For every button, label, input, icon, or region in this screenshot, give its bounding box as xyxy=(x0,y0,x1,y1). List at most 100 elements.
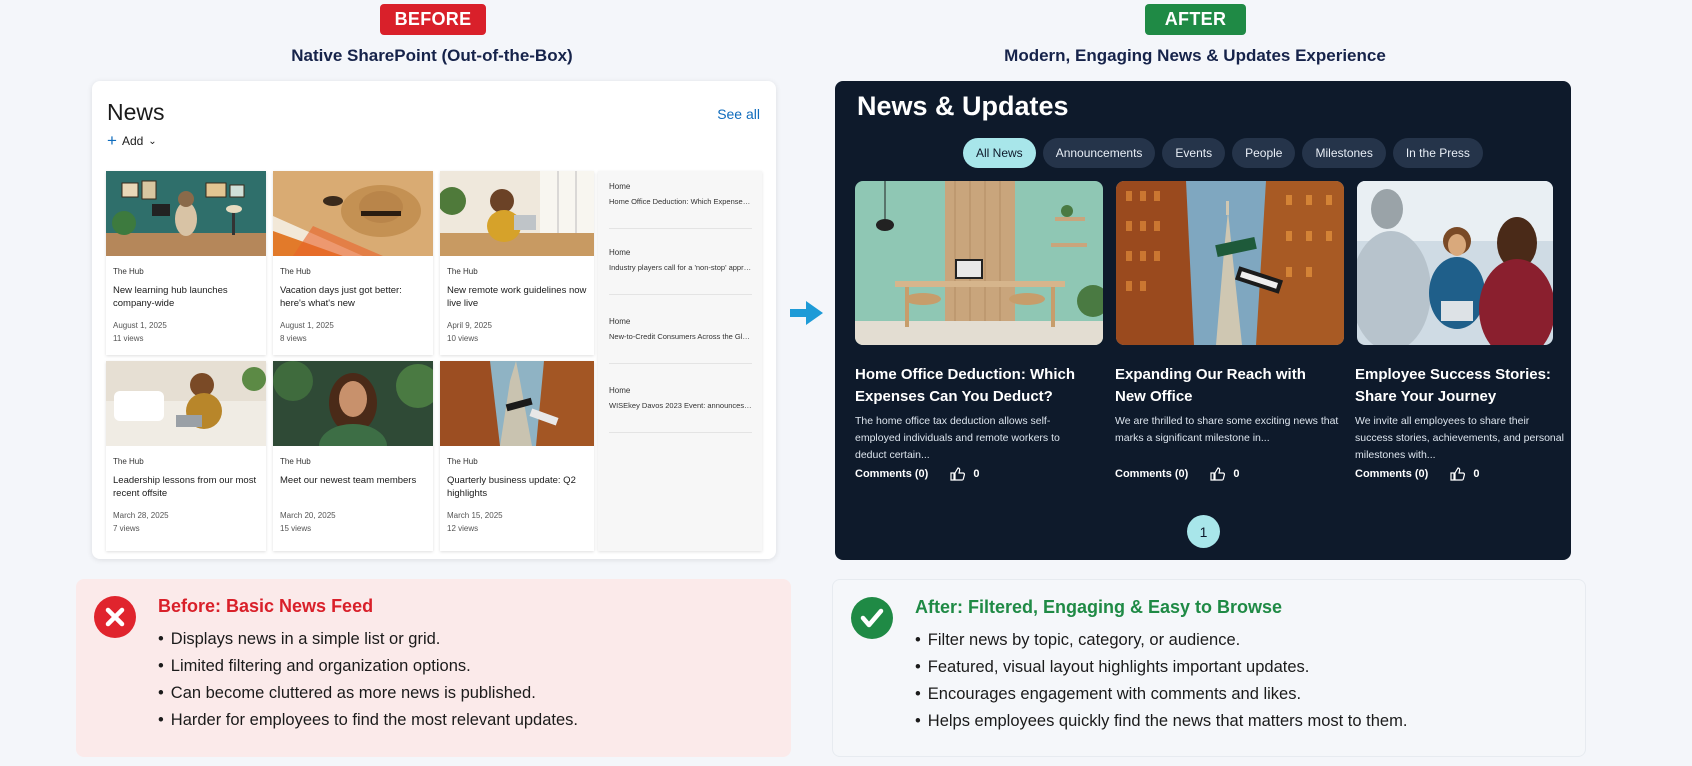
tile-views: 15 views xyxy=(280,524,312,533)
news-thumbnail xyxy=(106,171,266,256)
like-count: 0 xyxy=(1473,468,1480,480)
chevron-down-icon: ⌄ xyxy=(148,135,157,147)
list-item: Can become cluttered as more news is pub… xyxy=(158,680,578,707)
tile-date: April 9, 2025 xyxy=(447,321,492,330)
thumbs-up-icon xyxy=(950,467,966,481)
add-news-button[interactable]: + Add ⌄ xyxy=(107,132,157,149)
news-thumbnail xyxy=(273,171,433,256)
list-item[interactable]: Home New-to-Credit Consumers Across the … xyxy=(609,306,752,364)
after-points-list: Filter news by topic, category, or audie… xyxy=(915,627,1408,735)
tile-site: The Hub xyxy=(113,457,144,466)
tile-title[interactable]: Leadership lessons from our most recent … xyxy=(113,474,260,500)
filter-tabs: All News Announcements Events People Mil… xyxy=(963,138,1483,168)
news-thumbnail xyxy=(106,361,266,446)
news-updates-title: News & Updates xyxy=(857,91,1069,121)
tile-site: The Hub xyxy=(280,457,311,466)
like-count: 0 xyxy=(1233,468,1240,480)
see-all-link[interactable]: See all xyxy=(717,106,760,122)
list-item[interactable]: Home WISEkey Davos 2023 Event: announces… xyxy=(609,375,752,433)
comments-link[interactable]: Comments (0) xyxy=(1115,468,1188,480)
tile-views: 12 views xyxy=(447,524,479,533)
list-item: Limited filtering and organization optio… xyxy=(158,653,578,680)
card-meta: Comments (0) 0 xyxy=(1355,467,1479,481)
list-item: Featured, visual layout highlights impor… xyxy=(915,654,1407,681)
news-card-image[interactable] xyxy=(1116,181,1344,345)
before-badge: BEFORE xyxy=(380,4,486,35)
tile-views: 8 views xyxy=(280,334,307,343)
list-item-title[interactable]: New-to-Credit Consumers Across the Glob.… xyxy=(609,332,752,341)
list-item-title[interactable]: Home Office Deduction: Which Expenses C.… xyxy=(609,197,752,206)
news-list: Home Home Office Deduction: Which Expens… xyxy=(598,171,762,551)
list-item-site: Home xyxy=(609,182,631,191)
tile-views: 7 views xyxy=(113,524,140,533)
tab-in-the-press[interactable]: In the Press xyxy=(1392,138,1483,168)
tile-date: August 1, 2025 xyxy=(113,321,167,330)
news-tile[interactable]: The Hub New remote work guidelines now l… xyxy=(440,171,594,355)
news-tile[interactable]: The Hub Meet our newest team members Mar… xyxy=(273,361,433,551)
comments-link[interactable]: Comments (0) xyxy=(1355,468,1428,480)
tile-views: 11 views xyxy=(113,334,144,343)
tab-announcements[interactable]: Announcements xyxy=(1042,138,1156,168)
thumbs-up-icon xyxy=(1450,467,1466,481)
card-title[interactable]: Employee Success Stories: Share Your Jou… xyxy=(1355,364,1565,408)
news-tile[interactable]: The Hub Leadership lessons from our most… xyxy=(106,361,266,551)
before-summary-panel: Before: Basic News Feed Displays news in… xyxy=(76,579,791,757)
pagination-page-1[interactable]: 1 xyxy=(1187,515,1220,548)
tile-title[interactable]: Quarterly business update: Q2 highlights xyxy=(447,474,588,500)
card-title[interactable]: Expanding Our Reach with New Office xyxy=(1115,364,1330,408)
like-button[interactable]: 0 xyxy=(1210,467,1239,481)
tab-milestones[interactable]: Milestones xyxy=(1302,138,1386,168)
card-excerpt: We are thrilled to share some exciting n… xyxy=(1115,415,1339,444)
list-item[interactable]: Home Home Office Deduction: Which Expens… xyxy=(609,171,752,229)
news-thumbnail xyxy=(440,171,594,256)
tile-date: August 1, 2025 xyxy=(280,321,334,330)
tile-title[interactable]: Vacation days just got better: here's wh… xyxy=(280,284,427,310)
list-item-site: Home xyxy=(609,248,631,257)
comments-link[interactable]: Comments (0) xyxy=(855,468,928,480)
tile-title[interactable]: New remote work guidelines now live live xyxy=(447,284,588,310)
list-item[interactable]: Home Industry players call for a 'non-st… xyxy=(609,237,752,295)
tile-title[interactable]: Meet our newest team members xyxy=(280,474,427,487)
list-item-title[interactable]: WISEkey Davos 2023 Event: announces the … xyxy=(609,401,752,410)
like-button[interactable]: 0 xyxy=(1450,467,1479,481)
tab-people[interactable]: People xyxy=(1232,138,1296,168)
list-item: Displays news in a simple list or grid. xyxy=(158,626,578,653)
like-count: 0 xyxy=(973,468,980,480)
news-thumbnail xyxy=(440,361,594,446)
list-item: Encourages engagement with comments and … xyxy=(915,681,1407,708)
news-tile[interactable]: The Hub Quarterly business update: Q2 hi… xyxy=(440,361,594,551)
card-excerpt: We invite all employees to share their s… xyxy=(1355,415,1564,461)
thumbs-up-icon xyxy=(1210,467,1226,481)
card-title[interactable]: Home Office Deduction: Which Expenses Ca… xyxy=(855,364,1075,408)
before-points-list: Displays news in a simple list or grid. … xyxy=(158,626,578,734)
news-thumbnail xyxy=(273,361,433,446)
list-item-site: Home xyxy=(609,386,631,395)
tile-title[interactable]: New learning hub launches company-wide xyxy=(113,284,260,310)
tile-site: The Hub xyxy=(113,267,144,276)
like-button[interactable]: 0 xyxy=(950,467,979,481)
after-summary-panel: After: Filtered, Engaging & Easy to Brow… xyxy=(832,579,1586,757)
add-label: Add xyxy=(121,134,144,148)
news-tile[interactable]: The Hub New learning hub launches compan… xyxy=(106,171,266,355)
before-subtitle: Native SharePoint (Out-of-the-Box) xyxy=(291,46,573,65)
news-card-image[interactable] xyxy=(855,181,1103,345)
card-excerpt: The home office tax deduction allows sel… xyxy=(855,415,1060,461)
list-item-site: Home xyxy=(609,317,631,326)
x-circle-icon xyxy=(94,596,136,638)
check-circle-icon xyxy=(851,597,893,639)
tile-site: The Hub xyxy=(447,457,478,466)
tab-all-news[interactable]: All News xyxy=(963,138,1036,168)
list-item-title[interactable]: Industry players call for a 'non-stop' a… xyxy=(609,263,752,272)
modern-news-webpart: News & Updates All News Announcements Ev… xyxy=(835,81,1571,560)
tile-site: The Hub xyxy=(280,267,311,276)
tile-date: March 20, 2025 xyxy=(280,511,336,520)
tile-date: March 28, 2025 xyxy=(113,511,169,520)
after-badge: AFTER xyxy=(1145,4,1246,35)
news-card-image[interactable] xyxy=(1357,181,1553,345)
news-title: News xyxy=(107,99,165,125)
news-tile[interactable]: The Hub Vacation days just got better: h… xyxy=(273,171,433,355)
tab-events[interactable]: Events xyxy=(1162,138,1226,168)
list-item: Harder for employees to find the most re… xyxy=(158,707,578,734)
tile-site: The Hub xyxy=(447,267,478,276)
tile-date: March 15, 2025 xyxy=(447,511,503,520)
